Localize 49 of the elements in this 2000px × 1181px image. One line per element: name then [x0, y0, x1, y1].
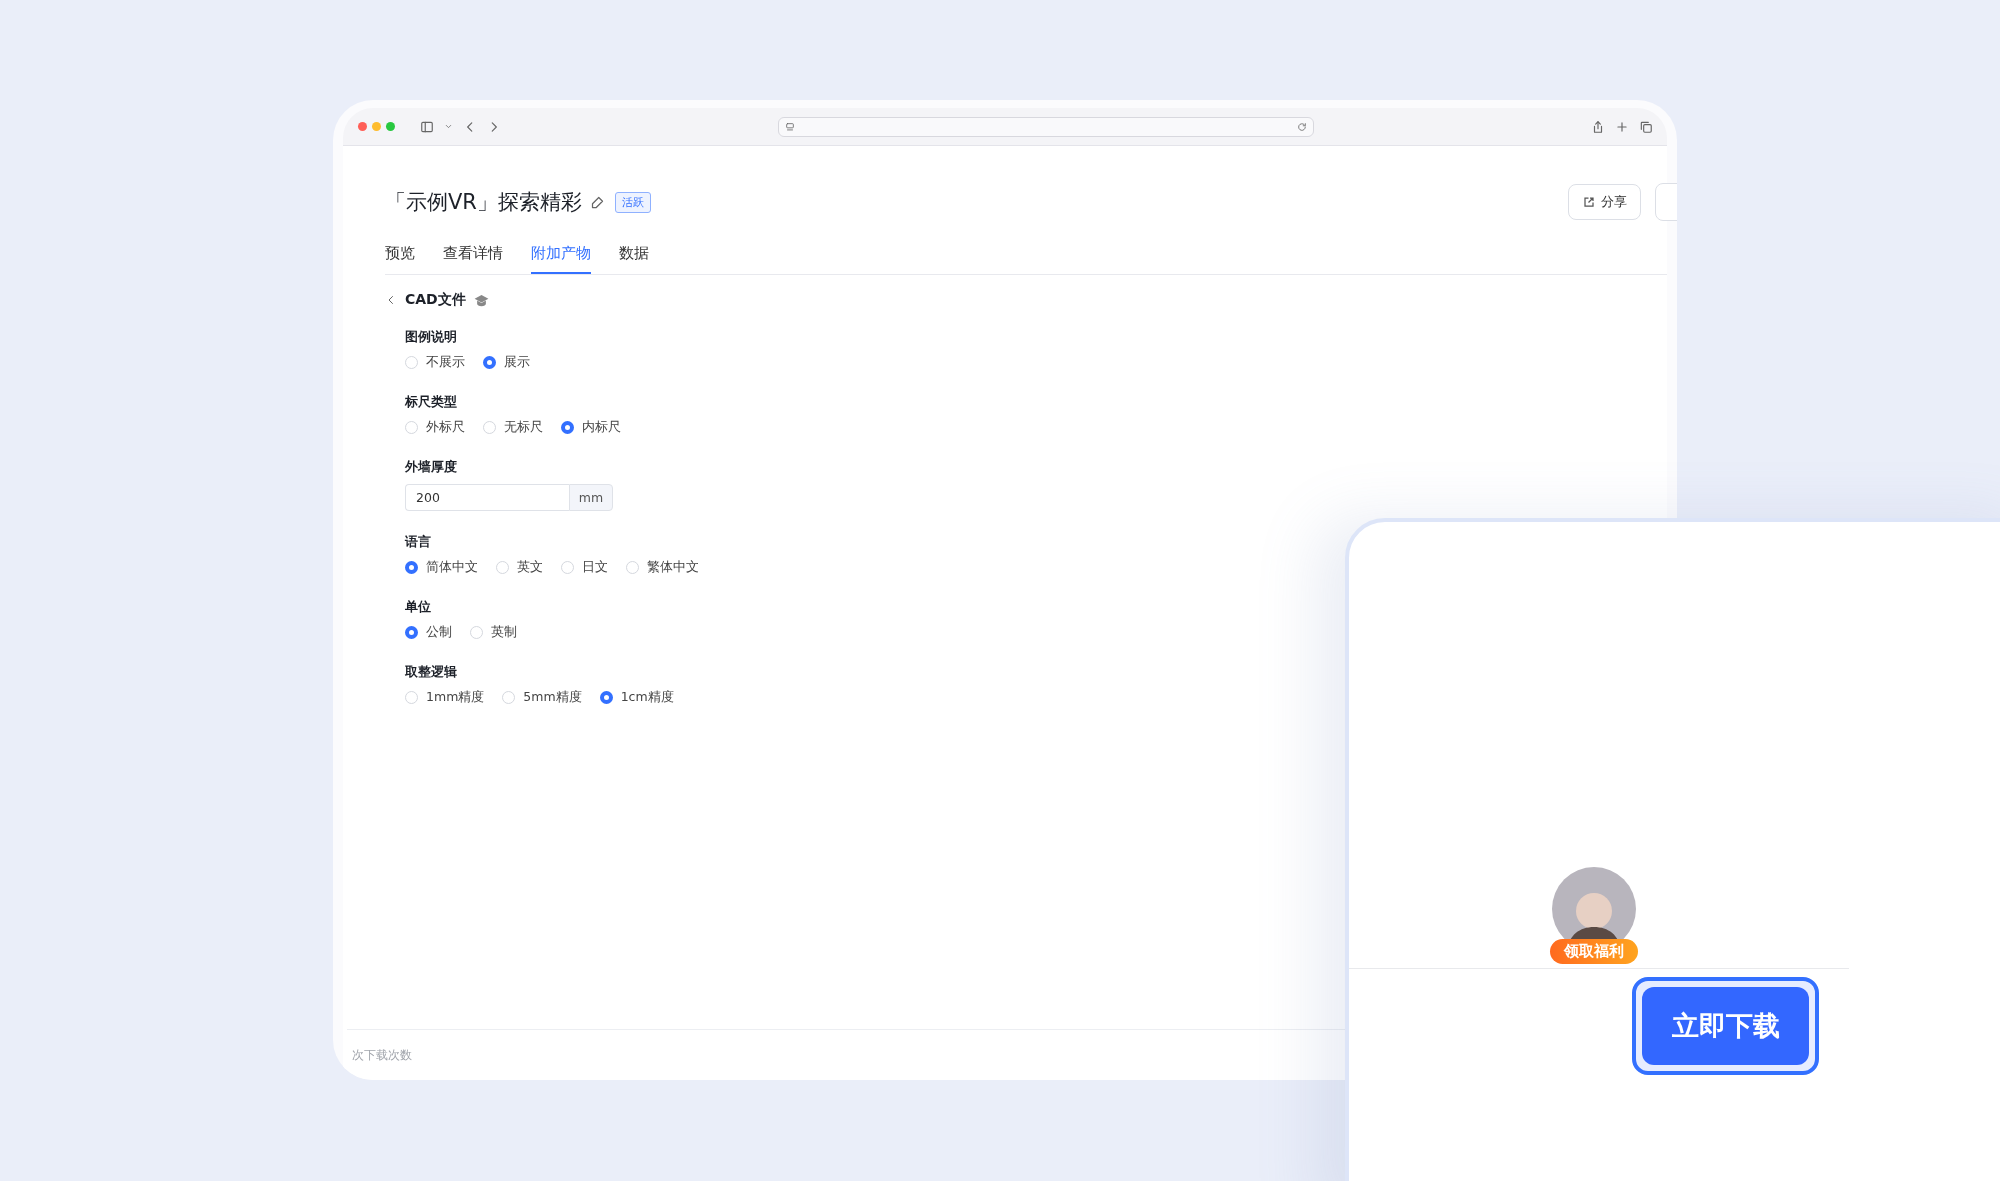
tab[interactable]: 预览: [385, 240, 415, 274]
radio-button[interactable]: [483, 356, 496, 369]
radio-option[interactable]: 外标尺: [405, 419, 465, 436]
radio-button[interactable]: [599, 691, 613, 704]
edit-icon[interactable]: [589, 194, 605, 210]
radio-option[interactable]: 5mm精度: [502, 689, 582, 706]
radio-option[interactable]: 英文: [496, 559, 543, 576]
plus-icon[interactable]: [1615, 119, 1629, 134]
field-label: 标尺类型: [405, 394, 458, 411]
radio-option[interactable]: 日文: [561, 559, 608, 576]
status-badge: 活跃: [614, 191, 651, 213]
radio-option[interactable]: 1mm精度: [405, 689, 485, 706]
radio-option[interactable]: 无标尺: [483, 419, 543, 436]
radio-option[interactable]: 简体中文: [405, 559, 478, 576]
page-icon[interactable]: [785, 121, 795, 132]
field-label: 图例说明: [405, 329, 458, 346]
radio-button[interactable]: [561, 421, 574, 434]
reload-icon[interactable]: [1297, 121, 1307, 132]
unit-label: mm: [569, 484, 613, 511]
section-title: CAD文件: [405, 291, 466, 309]
radio-option[interactable]: 繁体中文: [626, 559, 699, 576]
caret-icon[interactable]: [444, 122, 453, 131]
radio-option[interactable]: 内标尺: [561, 419, 621, 436]
tab[interactable]: 附加产物: [531, 240, 591, 274]
window-controls[interactable]: [357, 121, 396, 132]
radio-option[interactable]: 公制: [405, 624, 452, 641]
share-icon[interactable]: [1591, 119, 1605, 134]
tabs-icon[interactable]: [1639, 119, 1653, 134]
download-button[interactable]: 立即下载: [1642, 987, 1809, 1065]
field-label: 单位: [405, 599, 432, 616]
share-icon: [1582, 196, 1595, 208]
field-label: 取整逻辑: [405, 664, 458, 681]
field-label: 外墙厚度: [405, 459, 458, 476]
radio-option[interactable]: 1cm精度: [599, 689, 674, 706]
tab[interactable]: 数据: [619, 240, 649, 274]
radio-option[interactable]: 不展示: [405, 354, 465, 371]
sidebar-icon[interactable]: [420, 119, 434, 134]
thickness-field[interactable]: 200: [405, 484, 569, 511]
radio-button[interactable]: [405, 561, 418, 574]
footer-text: 次下载次数: [352, 1046, 412, 1064]
page-title: 「示例VR」探索精彩: [385, 189, 582, 216]
share-button[interactable]: 分享: [1568, 184, 1641, 220]
radio-option[interactable]: 英制: [470, 624, 517, 641]
address-field[interactable]: [778, 116, 1314, 137]
radio-option[interactable]: 展示: [483, 354, 530, 371]
tab[interactable]: 查看详情: [443, 240, 503, 274]
graduation-cap-icon: [473, 292, 489, 308]
radio-button[interactable]: [405, 626, 418, 639]
field-label: 语言: [405, 534, 432, 551]
